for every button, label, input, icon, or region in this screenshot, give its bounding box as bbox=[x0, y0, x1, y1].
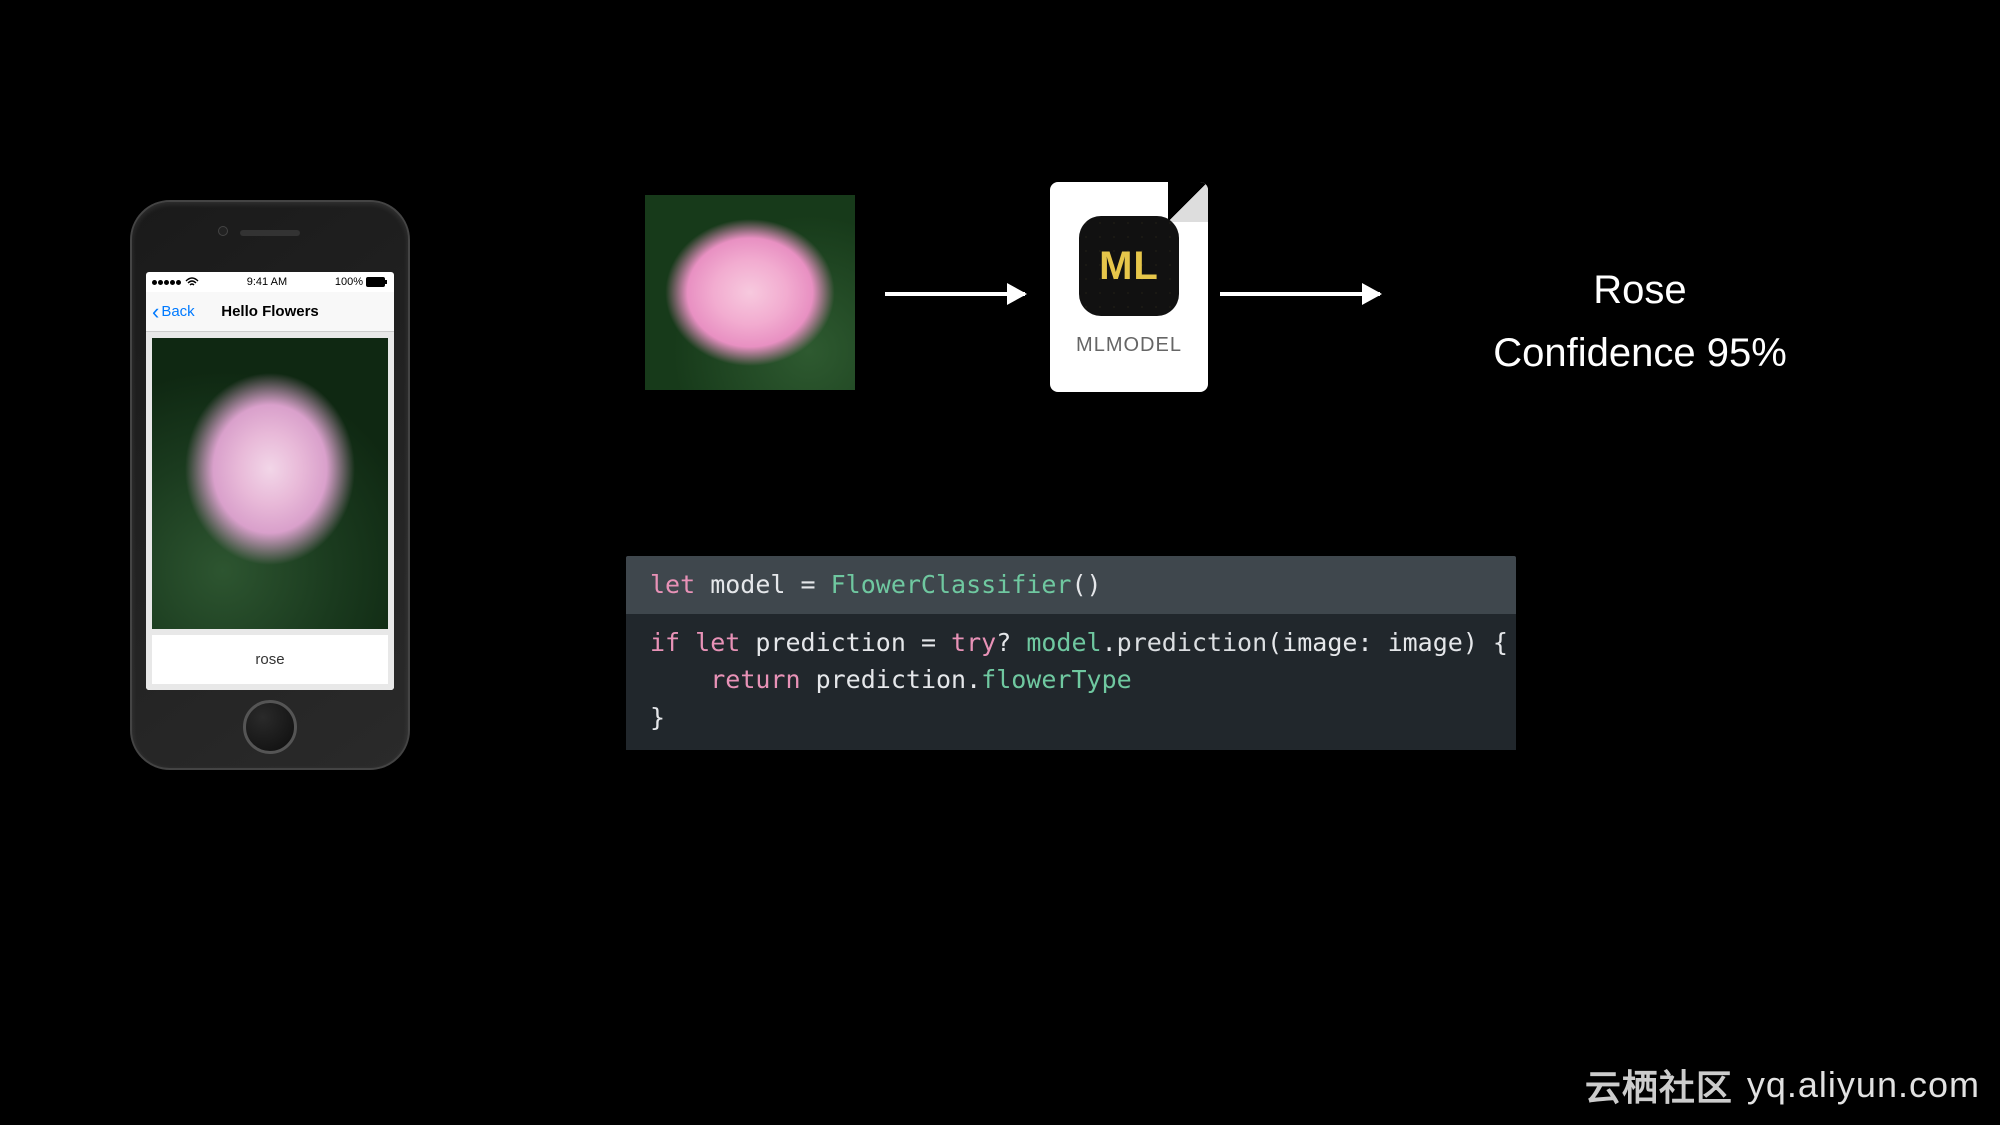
code-line-1: let model = FlowerClassifier() bbox=[626, 556, 1516, 614]
arrow-icon bbox=[1220, 292, 1380, 296]
phone-screen: 9:41 AM 100% ‹ Back Hello Flowers rose bbox=[146, 272, 394, 690]
home-button[interactable] bbox=[243, 700, 297, 754]
rose-photo bbox=[152, 338, 388, 629]
nav-bar: ‹ Back Hello Flowers bbox=[146, 292, 394, 332]
signal-icon bbox=[152, 280, 181, 285]
code-snippet: let model = FlowerClassifier() if let pr… bbox=[626, 556, 1516, 750]
prediction-output: Rose Confidence 95% bbox=[1410, 268, 1870, 376]
watermark-en: yq.aliyun.com bbox=[1747, 1064, 1980, 1106]
output-confidence: Confidence 95% bbox=[1410, 331, 1870, 376]
mlmodel-file-icon: ML MLMODEL bbox=[1050, 182, 1208, 392]
file-fold-icon bbox=[1168, 182, 1208, 222]
page-title: Hello Flowers bbox=[146, 303, 394, 320]
iphone-mockup: 9:41 AM 100% ‹ Back Hello Flowers rose bbox=[130, 200, 410, 770]
watermark: 云栖社区 yq.aliyun.com bbox=[1585, 1059, 1980, 1111]
screen-body: rose bbox=[146, 332, 394, 690]
phone-camera bbox=[218, 226, 228, 236]
input-rose-image bbox=[645, 195, 855, 390]
watermark-cn: 云栖社区 bbox=[1585, 1059, 1733, 1111]
status-bar: 9:41 AM 100% bbox=[146, 272, 394, 292]
phone-speaker bbox=[240, 230, 300, 236]
code-body: if let prediction = try? model.predictio… bbox=[626, 614, 1516, 751]
status-time: 9:41 AM bbox=[247, 276, 287, 288]
classification-label: rose bbox=[152, 635, 388, 684]
status-battery: 100% bbox=[335, 276, 388, 288]
ml-badge-icon: ML bbox=[1079, 216, 1179, 316]
file-type-label: MLMODEL bbox=[1076, 334, 1182, 357]
output-class: Rose bbox=[1410, 268, 1870, 313]
status-left bbox=[152, 277, 199, 287]
wifi-icon bbox=[185, 277, 199, 287]
arrow-icon bbox=[885, 292, 1025, 296]
